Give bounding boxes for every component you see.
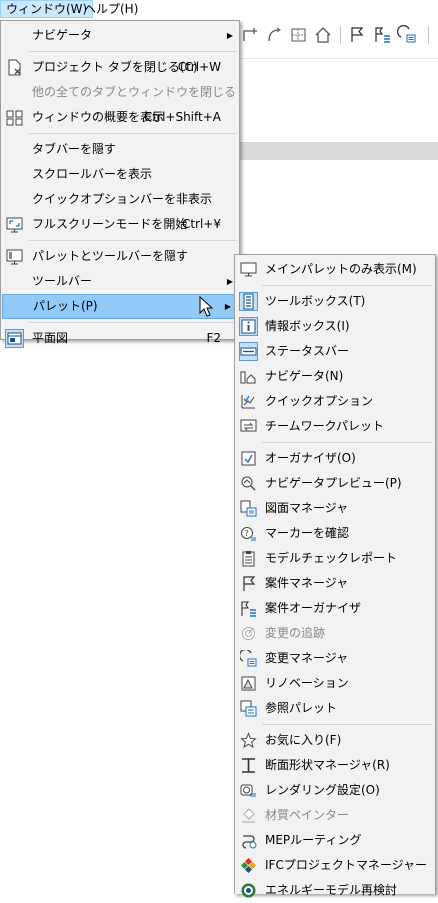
menu-item-toolbox[interactable]: ツールボックス(T): [235, 289, 435, 314]
menu-item-profile-manager[interactable]: 断面形状マネージャ(R): [235, 753, 435, 778]
submenu-arrow-icon: ▶: [226, 277, 233, 286]
menu-item-mep-routing[interactable]: MEPルーティング: [235, 828, 435, 853]
menu-item-issue-organizer[interactable]: 案件オーガナイザ: [235, 596, 435, 621]
menu-item-fullscreen[interactable]: フルスクリーンモードを開始 Ctrl+¥: [1, 212, 239, 237]
menu-item-status-bar[interactable]: ステータスバー: [235, 339, 435, 364]
track-changes-icon: [239, 624, 258, 643]
menubar: ウィンドウ(W) ヘルプ(H): [0, 0, 438, 18]
navigator-icon: [239, 367, 258, 386]
menu-item-floor-plan[interactable]: 平面図 F2: [1, 326, 239, 351]
menu-item-navigator[interactable]: ナビゲータ(N): [235, 364, 435, 389]
teamwork-icon: [239, 417, 258, 436]
menu-item-navigator-preview[interactable]: ナビゲータプレビュー(P): [235, 471, 435, 496]
submenu-arrow-icon: ▶: [224, 302, 231, 311]
menu-item-check-markers[interactable]: ? マーカーを確認: [235, 521, 435, 546]
hide-palettes-icon: [5, 247, 24, 266]
toolbox-icon: [239, 292, 258, 311]
issue-organizer-icon[interactable]: [372, 24, 394, 46]
drawing-manager-icon: [239, 499, 258, 518]
menu-item-hide-quick-options[interactable]: クイックオプションバーを非表示: [1, 187, 239, 212]
menu-item-teamwork[interactable]: チームワークパレット: [235, 414, 435, 439]
floor-plan-icon: [5, 329, 24, 348]
magnifier-icon: [239, 474, 258, 493]
menu-item-energy-evaluation[interactable]: エネルギーモデル再検討: [235, 878, 435, 903]
status-bar-icon: [239, 342, 258, 361]
menu-separator: [29, 51, 237, 52]
flag-icon: [239, 574, 258, 593]
overview-grid-icon: [5, 108, 24, 127]
menu-item-rendering-settings[interactable]: レンダリング設定(O): [235, 778, 435, 803]
menu-separator: [262, 724, 433, 725]
menu-separator: [262, 285, 433, 286]
rendering-icon: [239, 781, 258, 800]
menu-item-close-all-other[interactable]: 他の全てのタブとウィンドウを閉じる: [1, 80, 239, 105]
menu-item-change-manager[interactable]: 変更マネージャ: [235, 646, 435, 671]
menu-separator: [262, 442, 433, 443]
clipboard-icon: [239, 549, 258, 568]
star-icon: [239, 731, 258, 750]
palettes-submenu: メインパレットのみ表示(M) ツールボックス(T) 情報ボックス(I) ステータ…: [234, 254, 436, 898]
menu-item-reference-palette[interactable]: 参照パレット: [235, 696, 435, 721]
menu-item-quick-options[interactable]: クイックオプション: [235, 389, 435, 414]
menu-item-info-box[interactable]: 情報ボックス(I): [235, 314, 435, 339]
mouse-cursor-icon: [199, 296, 214, 317]
menu-item-drawing-manager[interactable]: 図面マネージャ: [235, 496, 435, 521]
line-tool-icon[interactable]: [240, 24, 262, 46]
house-icon[interactable]: [312, 24, 334, 46]
mep-routing-icon: [239, 831, 258, 850]
issue-organizer-icon: [239, 599, 258, 618]
menu-item-hide-palettes[interactable]: パレットとツールバーを隠す: [1, 244, 239, 269]
menu-item-show-scrollbars[interactable]: スクロールバーを表示: [1, 162, 239, 187]
menu-item-renovation[interactable]: リノベーション: [235, 671, 435, 696]
menu-item-organizer[interactable]: オーガナイザ(O): [235, 446, 435, 471]
toolbar-divider-2: [428, 26, 429, 44]
toolbar-divider: [340, 26, 341, 44]
renovation-icon: [239, 674, 258, 693]
menu-item-navigator[interactable]: ナビゲータ ▶: [1, 23, 239, 48]
menu-item-main-palette-only[interactable]: メインパレットのみ表示(M): [235, 257, 435, 282]
profile-beam-icon: [239, 756, 258, 775]
close-tab-icon: [5, 58, 24, 77]
svg-text:?: ?: [245, 529, 249, 538]
menu-item-issue-manager[interactable]: 案件マネージャ: [235, 571, 435, 596]
paint-bucket-icon: [239, 806, 258, 825]
arc-tool-icon[interactable]: [264, 24, 286, 46]
menu-help[interactable]: ヘルプ(H): [78, 0, 144, 18]
submenu-arrow-icon: ▶: [226, 31, 233, 40]
menu-item-material-painter[interactable]: 材質ペインター: [235, 803, 435, 828]
menu-item-close-project-tab[interactable]: プロジェクト タブを閉じる(C) Ctrl+W: [1, 55, 239, 80]
grid-tool-icon[interactable]: [288, 24, 310, 46]
ifc-icon: [239, 856, 258, 875]
reference-icon: [239, 699, 258, 718]
window-menu: ナビゲータ ▶ プロジェクト タブを閉じる(C) Ctrl+W 他の全てのタブと…: [0, 20, 240, 348]
flag-icon[interactable]: [346, 24, 368, 46]
menu-item-hide-tab-bar[interactable]: タブバーを隠す: [1, 137, 239, 162]
fullscreen-icon: [5, 215, 24, 234]
menu-separator: [29, 240, 237, 241]
menu-item-ifc-project-manager[interactable]: IFCプロジェクトマネージャー: [235, 853, 435, 878]
menu-separator: [29, 133, 237, 134]
menu-item-toolbars[interactable]: ツールバー ▶: [1, 269, 239, 294]
info-icon: [239, 317, 258, 336]
energy-globe-icon: [239, 881, 258, 900]
change-manager-icon[interactable]: [396, 24, 418, 46]
menu-item-track-changes[interactable]: 変更の追跡: [235, 621, 435, 646]
quick-options-icon: [239, 392, 258, 411]
menu-separator: [29, 322, 237, 323]
marker-check-icon: ?: [239, 524, 258, 543]
menu-item-model-check-report[interactable]: モデルチェックレポート: [235, 546, 435, 571]
menu-item-window-overview[interactable]: ウィンドウの概要を表示 Ctrl+Shift+A: [1, 105, 239, 130]
menu-item-favorites[interactable]: お気に入り(F): [235, 728, 435, 753]
monitor-icon: [239, 260, 258, 279]
organizer-icon: [239, 449, 258, 468]
change-manager-icon: [239, 649, 258, 668]
